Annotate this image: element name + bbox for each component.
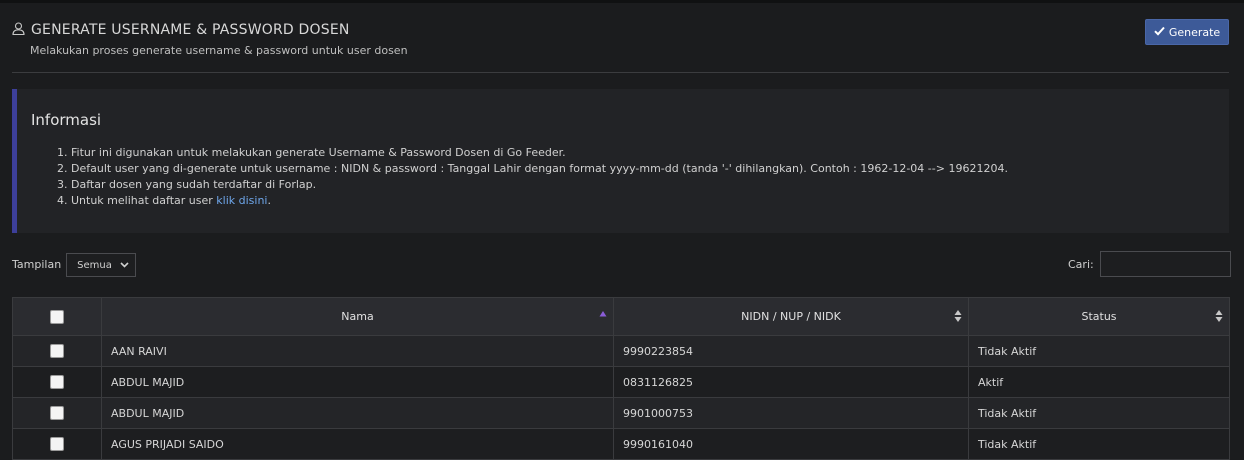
row-select-cell	[12, 366, 102, 398]
check-icon	[1154, 26, 1165, 39]
cell-nama: AGUS PRIJADI SAIDO	[101, 428, 614, 460]
table-row: AGUS PRIJADI SAIDO 9990161040 Tidak Akti…	[12, 428, 1230, 460]
row-checkbox[interactable]	[50, 406, 64, 420]
info-list: Fitur ini digunakan untuk melakukan gene…	[51, 145, 1008, 209]
cell-nama: AAN RAIVI	[101, 335, 614, 367]
page-subtitle: Melakukan proses generate username & pas…	[30, 44, 408, 57]
page-length-control: Tampilan Semua	[12, 251, 137, 277]
cell-nidn: 9990161040	[613, 428, 969, 460]
tampilan-selected-value: Semua	[77, 259, 112, 271]
info-item-suffix: .	[267, 194, 271, 207]
column-header-nama[interactable]: Nama	[101, 297, 614, 336]
top-band	[0, 0, 1244, 3]
cell-nidn: 9990223854	[613, 335, 969, 367]
info-item: Default user yang di-generate untuk user…	[71, 161, 1008, 177]
row-checkbox[interactable]	[50, 375, 64, 389]
cell-nama: ABDUL MAJID	[101, 397, 614, 429]
tampilan-label: Tampilan	[12, 257, 62, 271]
cell-status: Aktif	[968, 366, 1230, 398]
column-label: Status	[1081, 310, 1117, 323]
row-checkbox[interactable]	[50, 344, 64, 358]
dosen-table: Nama NIDN / NUP / NIDK Status AAN RAIVI …	[12, 297, 1230, 460]
generate-button[interactable]: Generate	[1145, 19, 1229, 45]
info-heading: Informasi	[31, 111, 102, 129]
info-panel: Informasi Fitur ini digunakan untuk mela…	[12, 89, 1229, 233]
tampilan-select[interactable]: Semua	[66, 253, 137, 277]
generate-button-label: Generate	[1168, 25, 1221, 39]
column-label: Nama	[341, 310, 374, 323]
info-item-prefix: Untuk melihat daftar user	[71, 194, 217, 207]
row-select-cell	[12, 335, 102, 367]
search-label: Cari:	[1068, 257, 1094, 271]
table-row: AAN RAIVI 9990223854 Tidak Aktif	[12, 335, 1230, 367]
sort-both-icon	[1215, 310, 1223, 322]
table-header-row: Nama NIDN / NUP / NIDK Status	[12, 297, 1230, 336]
info-item: Untuk melihat daftar user klik disini.	[71, 193, 1008, 209]
title-row: GENERATE USERNAME & PASSWORD DOSEN	[12, 22, 408, 38]
cell-status: Tidak Aktif	[968, 428, 1230, 460]
user-list-link[interactable]: klik disini	[216, 194, 267, 207]
sort-both-icon	[954, 310, 962, 322]
cell-status: Tidak Aktif	[968, 335, 1230, 367]
table-row: ABDUL MAJID 9901000753 Tidak Aktif	[12, 397, 1230, 429]
cell-status: Tidak Aktif	[968, 397, 1230, 429]
info-item: Fitur ini digunakan untuk melakukan gene…	[71, 145, 1008, 161]
column-header-status[interactable]: Status	[968, 297, 1230, 336]
sort-asc-icon	[599, 311, 607, 317]
cell-nidn: 9901000753	[613, 397, 969, 429]
row-checkbox[interactable]	[50, 437, 64, 451]
row-select-cell	[12, 397, 102, 429]
user-icon	[12, 22, 25, 38]
row-select-cell	[12, 428, 102, 460]
cell-nama: ABDUL MAJID	[101, 366, 614, 398]
search-control: Cari:	[1068, 251, 1231, 277]
page-title: GENERATE USERNAME & PASSWORD DOSEN	[31, 22, 350, 38]
info-item: Daftar dosen yang sudah terdaftar di For…	[71, 177, 1008, 193]
cell-nidn: 0831126825	[613, 366, 969, 398]
page-header: GENERATE USERNAME & PASSWORD DOSEN Melak…	[12, 22, 408, 57]
column-header-nidn[interactable]: NIDN / NUP / NIDK	[613, 297, 969, 336]
column-label: NIDN / NUP / NIDK	[741, 310, 841, 323]
header-divider	[12, 72, 1229, 73]
chevron-down-icon	[120, 260, 129, 271]
table-row: ABDUL MAJID 0831126825 Aktif	[12, 366, 1230, 398]
select-all-cell	[12, 297, 102, 336]
select-all-checkbox[interactable]	[50, 309, 64, 324]
search-input[interactable]	[1099, 251, 1231, 277]
